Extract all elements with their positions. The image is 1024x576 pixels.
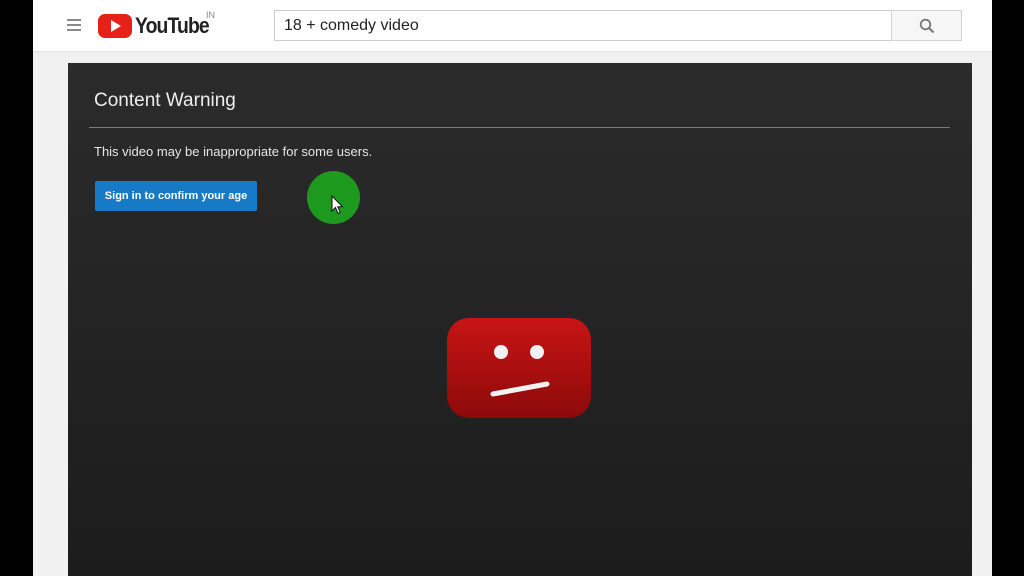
search-input[interactable] (274, 10, 891, 41)
youtube-logo[interactable]: YouTube (98, 13, 219, 39)
warning-title: Content Warning (94, 90, 236, 111)
click-indicator (307, 171, 360, 224)
sign-in-confirm-age-button[interactable]: Sign in to confirm your age (95, 181, 257, 211)
youtube-play-icon (98, 14, 132, 38)
search-button[interactable] (891, 10, 962, 41)
mouse-pointer-icon (331, 195, 344, 215)
hamburger-menu-icon[interactable] (67, 19, 81, 31)
sad-tv-face-icon (447, 318, 591, 418)
warning-message: This video may be inappropriate for some… (94, 144, 373, 159)
divider (89, 127, 950, 128)
logo-text: YouTube (135, 13, 210, 38)
video-player: Content Warning This video may be inappr… (68, 63, 972, 576)
browser-viewport: YouTube IN Content Warning This video ma… (33, 0, 992, 576)
region-label: IN (206, 10, 215, 20)
masthead: YouTube IN (33, 0, 992, 52)
magnifier-icon (919, 18, 934, 33)
